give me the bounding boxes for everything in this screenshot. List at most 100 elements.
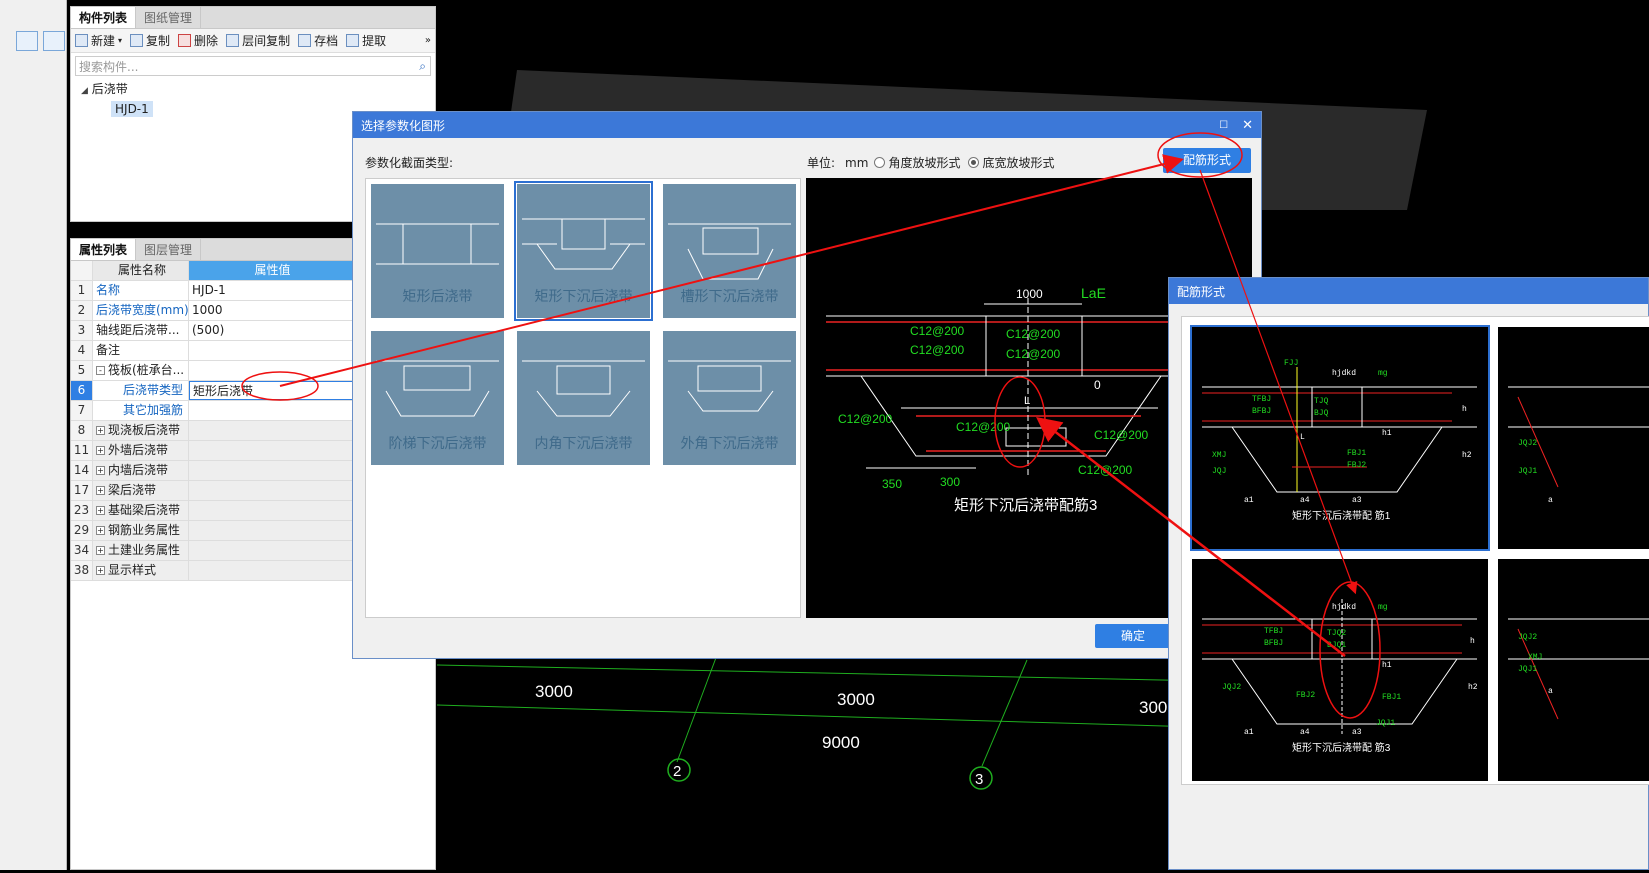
shape-grid: 矩形后浇带 矩形下沉后浇带 槽形下沉后浇带 阶梯下沉后浇带 内角下沉后浇带 外角… [365, 178, 801, 618]
svg-text:C12@200: C12@200 [910, 343, 965, 357]
svg-text:JQJ2: JQJ2 [1518, 633, 1537, 642]
dim-text: 300 [1139, 698, 1167, 717]
svg-text:C12@200: C12@200 [1006, 347, 1061, 361]
ok-button[interactable]: 确定 [1095, 624, 1171, 648]
property-row[interactable]: 4 备注 [71, 341, 353, 361]
shape-thumb-inner-corner-sunken[interactable]: 内角下沉后浇带 [517, 331, 650, 465]
property-row[interactable]: 34 + 土建业务属性 [71, 541, 353, 561]
property-row[interactable]: 5- 筏板(桩承台... [71, 361, 353, 381]
property-row[interactable]: 38 + 显示样式 [71, 561, 353, 581]
property-row[interactable]: 8 + 现浇板后浇带 [71, 421, 353, 441]
svg-text:C12@200: C12@200 [1094, 428, 1149, 442]
rebar-caption-3: 矩形下沉后浇带配 筋3 [1292, 741, 1391, 754]
svg-text:JQJ1: JQJ1 [1518, 665, 1537, 674]
svg-text:a4: a4 [1300, 496, 1310, 505]
search-icon[interactable]: ⌕ [419, 59, 426, 74]
copy-button[interactable]: 复制 [130, 32, 170, 49]
svg-text:h: h [1470, 637, 1475, 646]
svg-text:mg: mg [1378, 603, 1388, 612]
shape-thumb-outer-corner-sunken[interactable]: 外角下沉后浇带 [663, 331, 796, 465]
property-row[interactable]: 23 + 基础梁后浇带 [71, 501, 353, 521]
expand-icon[interactable]: + [96, 546, 105, 555]
tree-item-hjd1[interactable]: HJD-1 [111, 101, 153, 117]
tab-property-list[interactable]: 属性列表 [71, 239, 137, 260]
property-row[interactable]: 7 其它加强筋 [71, 401, 353, 421]
axis-line [676, 654, 718, 763]
svg-text:mg: mg [1378, 369, 1388, 378]
rebar-form-button[interactable]: 配筋形式 [1163, 148, 1251, 173]
property-row[interactable]: 3 轴线距后浇带... (500) [71, 321, 353, 341]
svg-text:a: a [1548, 687, 1553, 696]
svg-text:FJJ: FJJ [1284, 359, 1298, 368]
expand-icon[interactable]: + [96, 526, 105, 535]
floor-copy-icon [226, 34, 240, 47]
property-row[interactable]: 29 + 钢筋业务属性 [71, 521, 353, 541]
svg-text:XMJ: XMJ [1212, 451, 1226, 460]
expand-icon[interactable]: + [96, 506, 105, 515]
rebar-thumb-3[interactable]: hjdkd mg TFBJ BFBJ TJQ2 BJQ1 h h1 h2 JQJ… [1192, 559, 1488, 781]
property-row[interactable]: 11 + 外墙后浇带 [71, 441, 353, 461]
extract-button[interactable]: 提取 [346, 32, 386, 49]
select-parametric-shape-dialog: 选择参数化图形 ☐ ✕ 参数化截面类型: 单位: mm 角度放坡形式 底宽放坡形… [352, 111, 1262, 659]
property-row[interactable]: 1 名称 HJD-1 [71, 281, 353, 301]
expand-icon[interactable]: + [96, 566, 105, 575]
dim-text: 3000 [535, 682, 573, 701]
svg-text:FBJ1: FBJ1 [1382, 693, 1401, 702]
radio-bottom-width-slope[interactable] [968, 157, 980, 168]
svg-text:h1: h1 [1382, 429, 1392, 438]
svg-text:hjdkd: hjdkd [1332, 369, 1356, 378]
svg-text:L: L [1024, 395, 1030, 407]
svg-text:L: L [1300, 433, 1305, 442]
maximize-icon[interactable]: ☐ [1219, 120, 1228, 131]
new-button[interactable]: 新建 ▾ [75, 32, 122, 49]
tab-layer-management[interactable]: 图层管理 [136, 239, 202, 260]
shape-thumb-step-sunken[interactable]: 阶梯下沉后浇带 [371, 331, 504, 465]
archive-button[interactable]: 存档 [298, 32, 338, 49]
collapse-icon[interactable]: ◢ [81, 86, 88, 96]
expand-icon[interactable]: + [96, 466, 105, 475]
rebar-thumb-1[interactable]: FJJ hjdkd mg TFBJ BFBJ TJQ BJQ h h1 h2 L… [1190, 325, 1490, 551]
rebar-form-3-drawing: hjdkd mg TFBJ BFBJ TJQ2 BJQ1 h h1 h2 JQJ… [1202, 599, 1478, 754]
grid-view-icon[interactable] [43, 31, 65, 51]
svg-text:JQJ1: JQJ1 [1376, 719, 1395, 728]
extract-icon [346, 34, 360, 47]
property-row[interactable]: 2 后浇带宽度(mm) 1000 [71, 301, 353, 321]
close-icon[interactable]: ✕ [1242, 118, 1253, 133]
rebar-thumb-4[interactable]: JQJ2 XMJ JQJ1 a [1498, 559, 1649, 781]
tab-component-list[interactable]: 构件列表 [71, 7, 137, 28]
delete-icon [178, 34, 192, 47]
svg-text:h2: h2 [1468, 683, 1478, 692]
expand-icon[interactable]: + [96, 446, 105, 455]
property-row[interactable]: 6 后浇带类型 矩形后浇带 [71, 381, 353, 401]
svg-text:350: 350 [882, 477, 902, 491]
expand-icon[interactable]: + [96, 426, 105, 435]
collapse-icon[interactable]: - [96, 366, 105, 375]
property-row[interactable]: 17 + 梁后浇带 [71, 481, 353, 501]
archive-icon [298, 34, 312, 47]
shape-thumb-channel-sunken[interactable]: 槽形下沉后浇带 [663, 184, 796, 318]
more-icon[interactable]: » [425, 35, 431, 46]
rebar-thumb-2[interactable]: JQJ2 JQJ1 a [1498, 327, 1649, 549]
component-toolbar: 新建 ▾ 复制 删除 层间复制 存档 提取 » [71, 29, 435, 53]
delete-button[interactable]: 删除 [178, 32, 218, 49]
shape-thumb-rect[interactable]: 矩形后浇带 [371, 184, 504, 318]
radio-angle-slope[interactable] [874, 157, 886, 168]
svg-text:FBJ1: FBJ1 [1347, 449, 1366, 458]
rebar-thumb-grid: FJJ hjdkd mg TFBJ BFBJ TJQ BJQ h h1 h2 L… [1181, 316, 1649, 785]
shape-thumb-rect-sunken[interactable]: 矩形下沉后浇带 [514, 181, 653, 321]
tab-drawing-management[interactable]: 图纸管理 [136, 7, 202, 28]
list-view-icon[interactable] [16, 31, 38, 51]
tree-root[interactable]: ◢ 后浇带 [81, 80, 128, 97]
floor-copy-button[interactable]: 层间复制 [226, 32, 290, 49]
svg-text:TJQ2: TJQ2 [1327, 629, 1346, 638]
property-row[interactable]: 14 + 内墙后浇带 [71, 461, 353, 481]
axis-label: 2 [673, 763, 681, 780]
svg-text:a: a [1548, 496, 1553, 505]
svg-text:JQJ: JQJ [1212, 467, 1226, 476]
search-input[interactable]: 搜索构件... ⌕ [75, 56, 431, 76]
svg-text:a3: a3 [1352, 496, 1362, 505]
svg-text:C12@200: C12@200 [910, 324, 965, 338]
expand-icon[interactable]: + [96, 486, 105, 495]
svg-text:TFBJ: TFBJ [1264, 627, 1283, 636]
dialog-title: 选择参数化图形 [361, 118, 446, 133]
